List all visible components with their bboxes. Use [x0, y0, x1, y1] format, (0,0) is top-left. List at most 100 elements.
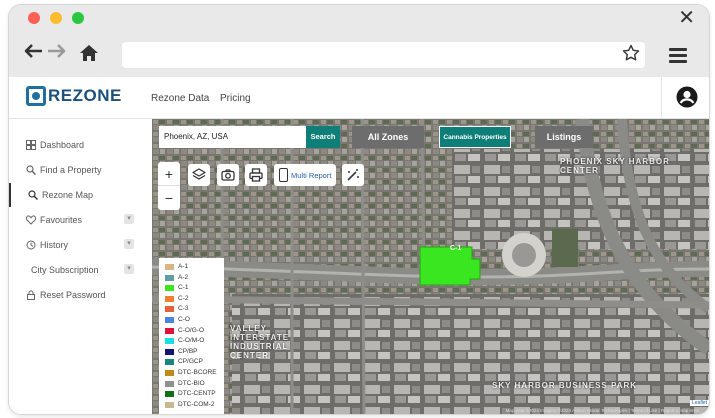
close-icon[interactable]: ✕ — [678, 7, 695, 29]
location-search-input[interactable]: Phoenix, AZ, USA — [159, 126, 306, 148]
heart-icon — [26, 215, 36, 225]
legend-swatch — [165, 359, 174, 366]
listings-button[interactable]: Listings — [535, 126, 593, 148]
dashboard-icon — [26, 140, 36, 150]
user-menu[interactable] — [661, 77, 709, 118]
search-value: Phoenix, AZ, USA — [164, 132, 229, 141]
leaflet-link[interactable]: Leaflet — [689, 400, 709, 406]
logo-text: REZONE — [48, 86, 122, 105]
zone-legend: A-1 A-2 C-1 C-2 C-3 C-O C-O/G-O C-O/M-O CP/BP CP/… — [159, 258, 224, 414]
legend-label: DTC-BIO — [178, 379, 205, 387]
legend-swatch — [165, 316, 174, 323]
home-button[interactable] — [79, 43, 99, 68]
layers-button[interactable] — [188, 164, 210, 186]
multi-report-button[interactable]: Multi Report — [274, 164, 336, 186]
legend-label: DTC-BCORE — [178, 368, 217, 376]
browser-toolbar — [9, 33, 709, 77]
legend-item: C-2 — [159, 294, 224, 305]
arrow-right-icon — [48, 44, 66, 58]
sidebar-item-dashboard[interactable]: Dashboard — [9, 133, 152, 157]
screenshot-button[interactable] — [217, 164, 239, 186]
legend-label: DTC-COM-2 — [178, 400, 215, 408]
account-icon — [676, 86, 698, 108]
sidebar-item-city-subscription[interactable]: City Subscription ▾ — [9, 258, 152, 282]
measure-button[interactable] — [342, 164, 364, 186]
arrow-left-icon — [24, 44, 42, 58]
lock-icon — [27, 290, 35, 300]
legend-swatch — [165, 348, 174, 355]
forward-button[interactable] — [46, 40, 68, 69]
legend-swatch — [165, 264, 174, 270]
legend-item: A-1 — [159, 262, 224, 273]
legend-label: C-2 — [178, 294, 189, 302]
sidebar-item-favourites[interactable]: Favourites ▾ — [9, 208, 152, 232]
search-button[interactable]: Search — [306, 126, 340, 148]
sidebar-item-label: History — [40, 240, 69, 250]
legend-label: A-2 — [178, 273, 189, 281]
bookmark-button[interactable] — [622, 44, 640, 67]
legend-item: A-2 — [159, 273, 224, 284]
sidebar-item-label: City Subscription — [31, 265, 99, 275]
logo-mark-icon — [26, 86, 46, 106]
legend-label: C-O/G-O — [178, 326, 204, 334]
search-icon — [28, 190, 38, 200]
sidebar-item-label: Reset Password — [40, 290, 106, 300]
zoom-out-button[interactable]: − — [158, 186, 180, 210]
legend-swatch — [165, 327, 174, 334]
sidebar-item-rezone-map[interactable]: Rezone Map — [9, 183, 152, 207]
sidebar-item-find-property[interactable]: Find a Property — [9, 158, 152, 182]
hamburger-menu-icon[interactable] — [669, 48, 687, 63]
sidebar: Dashboard Find a Property Rezone Map Fav… — [9, 119, 152, 414]
map-attribution: Map data ©2024 Imagery ©2024 Airbus, Max… — [505, 408, 699, 413]
legend-item: C-3 — [159, 304, 224, 315]
map-place-label: PHOENIX SKY HARBOR CENTER — [560, 157, 670, 175]
camera-icon — [221, 169, 235, 181]
sidebar-item-history[interactable]: History ▾ — [9, 233, 152, 257]
sidebar-item-label: Rezone Map — [42, 190, 94, 200]
legend-label: C-O — [178, 315, 190, 323]
back-button[interactable] — [22, 40, 44, 69]
star-icon — [622, 44, 640, 61]
chevron-down-icon[interactable]: ▾ — [124, 239, 134, 249]
legend-item: C-O — [159, 315, 224, 326]
maximize-window-button[interactable] — [72, 12, 84, 24]
phone-icon — [279, 168, 288, 182]
printer-icon — [249, 168, 263, 182]
chevron-down-icon[interactable]: ▾ — [124, 264, 134, 274]
legend-label: A-1 — [178, 263, 189, 270]
nav-pricing[interactable]: Pricing — [220, 93, 251, 104]
legend-swatch — [165, 401, 174, 408]
nav-rezone-data[interactable]: Rezone Data — [151, 93, 209, 104]
app-header: REZONE Rezone Data Pricing — [9, 77, 709, 119]
print-button[interactable] — [245, 164, 267, 186]
search-icon — [26, 165, 36, 175]
c1-zone-parcel[interactable] — [419, 246, 481, 286]
sidebar-item-label: Dashboard — [40, 140, 85, 150]
map-place-label: VALLEY INTERSTATE INDUSTRIAL CENTER — [230, 324, 290, 360]
legend-item: C-O/M-O — [159, 336, 224, 347]
legend-swatch — [165, 295, 174, 302]
legend-item: CP/GCP — [159, 357, 224, 368]
map-place-label: SKY HARBOR BUSINESS PARK — [492, 381, 638, 390]
all-zones-button[interactable]: All Zones — [352, 126, 424, 148]
sidebar-item-reset-password[interactable]: Reset Password — [9, 283, 152, 307]
title-bar: ✕ — [9, 5, 709, 33]
legend-label: C-3 — [178, 305, 189, 313]
home-icon — [80, 45, 98, 61]
close-window-button[interactable] — [28, 12, 40, 24]
legend-swatch — [165, 306, 174, 313]
legend-label: CP/BP — [178, 347, 198, 355]
minimize-window-button[interactable] — [50, 12, 62, 24]
cannabis-properties-button[interactable]: Cannabis Properties — [439, 126, 511, 148]
legend-label: C-1 — [178, 284, 189, 292]
chevron-down-icon[interactable]: ▾ — [124, 214, 134, 224]
zoom-in-button[interactable]: + — [158, 162, 180, 186]
zoom-control: + − — [158, 162, 180, 210]
address-bar[interactable] — [122, 42, 645, 68]
sidebar-item-label: Favourites — [40, 215, 83, 225]
legend-item: DTC-CENTP — [159, 389, 224, 400]
rezone-logo[interactable]: REZONE — [26, 86, 122, 106]
legend-swatch — [165, 380, 174, 387]
zoning-map[interactable]: C-1 PHOENIX SKY HARBOR CENTER VALLEY INT… — [152, 119, 709, 414]
magic-wand-icon — [347, 169, 359, 181]
